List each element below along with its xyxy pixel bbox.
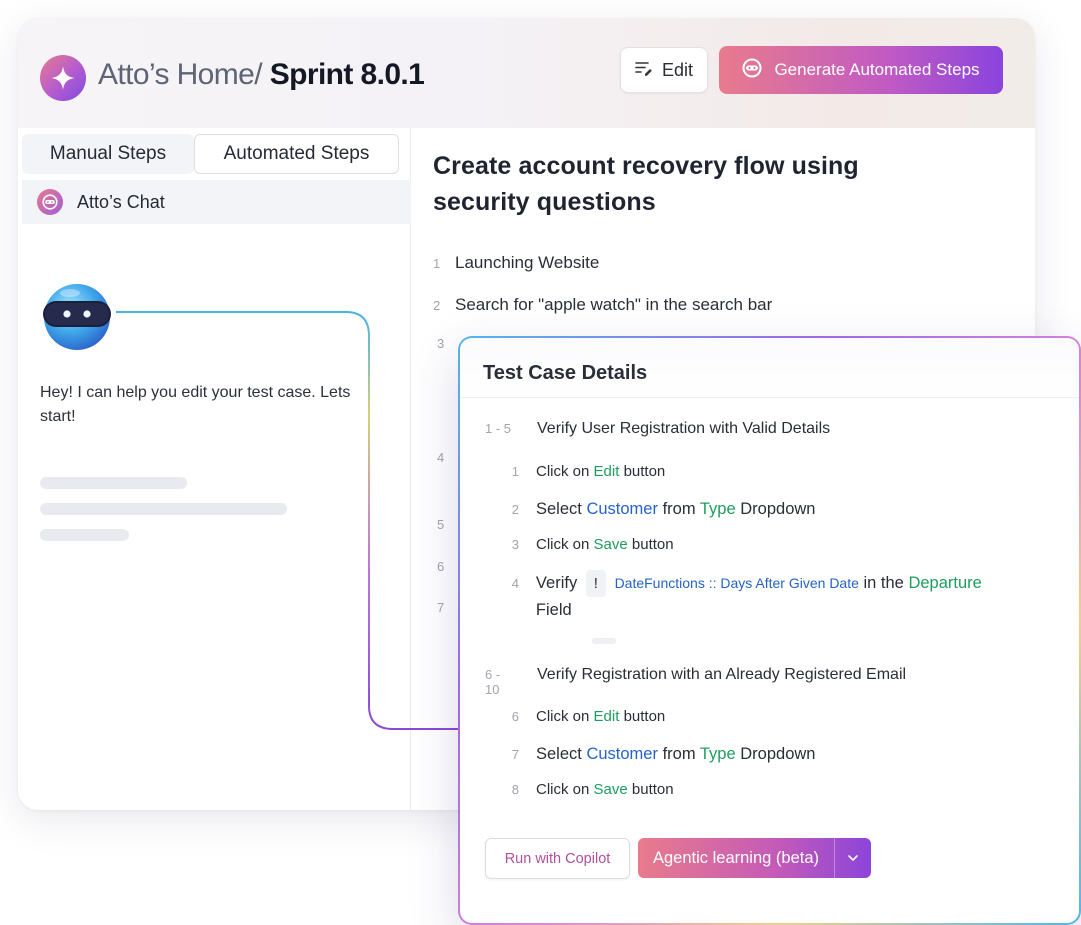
group-title: Verify User Registration with Valid Deta… xyxy=(537,420,831,437)
test-step[interactable]: 7 Select Customer from Type Dropdown xyxy=(511,741,816,768)
chevron-down-icon[interactable] xyxy=(835,854,871,862)
run-with-copilot-button[interactable]: Run with Copilot xyxy=(485,838,630,879)
test-step[interactable]: 4 Verify ! DateFunctions :: Days After G… xyxy=(511,570,1011,624)
test-step-number: 2 xyxy=(511,502,519,517)
step-number: 2 xyxy=(433,298,441,313)
scroll-indicator xyxy=(592,638,616,644)
breadcrumb[interactable]: Atto’s Home/ xyxy=(98,58,263,91)
step-text: in the xyxy=(863,574,904,592)
step-number: 3 xyxy=(437,336,445,351)
step-keyword: Edit xyxy=(593,708,620,725)
step-keyword: Save xyxy=(593,781,628,798)
robot-avatar-icon xyxy=(40,281,114,353)
step-number: 7 xyxy=(437,600,445,615)
chat-message: Hey! I can help you edit your test case.… xyxy=(40,384,351,425)
step-keyword: Customer xyxy=(586,745,658,763)
tab-automated-steps[interactable]: Automated Steps xyxy=(194,134,399,174)
test-step[interactable]: 2 Select Customer from Type Dropdown xyxy=(511,496,816,523)
loading-skeleton-line xyxy=(40,503,287,515)
test-step-number: 1 xyxy=(511,464,519,479)
test-step-number: 3 xyxy=(511,537,519,552)
step-text: button xyxy=(631,781,674,798)
test-step[interactable]: 6 Click on Edit button xyxy=(511,703,666,730)
step-text: Launching Website xyxy=(455,253,600,272)
test-case-details-modal: Test Case Details 1 - 5 Verify User Regi… xyxy=(458,336,1081,925)
step-text: Click on xyxy=(536,708,590,725)
group-range: 6 - 10 xyxy=(485,667,501,697)
group-range: 1 - 5 xyxy=(485,421,512,436)
step-keyword: Save xyxy=(593,536,628,553)
sprint-title: Sprint 8.0.1 xyxy=(269,58,425,91)
step-text: Click on xyxy=(536,463,590,480)
test-group-header[interactable]: 6 - 10 Verify Registration with an Alrea… xyxy=(485,666,906,697)
step-text: button xyxy=(631,536,674,553)
test-case-title: Create account recovery flow using secur… xyxy=(433,152,859,216)
step-keyword: Edit xyxy=(593,463,620,480)
loading-skeleton-line xyxy=(40,529,129,541)
step-text: Field xyxy=(535,601,572,619)
step-text: from xyxy=(662,500,696,518)
edit-lines-icon xyxy=(635,60,653,81)
agentic-learning-button[interactable]: Agentic learning (beta) xyxy=(638,838,871,878)
step-number: 5 xyxy=(437,517,445,532)
chat-title: Atto’s Chat xyxy=(77,191,165,212)
page-title: Atto’s Home/ Sprint 8.0.1 xyxy=(98,58,425,92)
step-text: button xyxy=(623,463,666,480)
generate-automated-steps-button[interactable]: Generate Automated Steps xyxy=(719,46,1003,94)
chat-header[interactable]: Atto’s Chat xyxy=(22,180,411,224)
edit-button[interactable]: Edit xyxy=(620,47,708,93)
step-text: Verify xyxy=(535,574,578,592)
step-number: 6 xyxy=(437,559,445,574)
loading-skeleton-line xyxy=(40,477,187,489)
test-group-header[interactable]: 1 - 5 Verify User Registration with Vali… xyxy=(485,420,830,438)
step-text: Select xyxy=(536,745,582,763)
modal-header: Test Case Details xyxy=(460,338,1079,398)
header: Atto’s Home/ Sprint 8.0.1 Edit Generate … xyxy=(18,18,1035,128)
test-step[interactable]: 1 Click on Edit button xyxy=(511,458,666,485)
generate-button-label: Generate Automated Steps xyxy=(774,60,980,79)
test-step[interactable]: 3 Click on Save button xyxy=(511,531,674,558)
test-step-number: 6 xyxy=(511,709,519,724)
bot-avatar-icon xyxy=(37,189,63,215)
step-text: Select xyxy=(536,500,582,518)
test-step-number: 7 xyxy=(511,747,519,762)
step-keyword: Departure xyxy=(908,574,982,592)
step-keyword: Type xyxy=(699,500,736,518)
test-step-number: 4 xyxy=(511,576,519,591)
step-keyword: Customer xyxy=(586,500,658,518)
step-text: Dropdown xyxy=(740,500,816,518)
step-text: Search for "apple watch" in the search b… xyxy=(455,295,773,314)
step-row[interactable]: 2 Search for "apple watch" in the search… xyxy=(433,295,772,315)
function-reference[interactable]: DateFunctions :: Days After Given Date xyxy=(615,575,859,591)
step-text: button xyxy=(623,708,666,725)
test-step[interactable]: 8 Click on Save button xyxy=(511,776,674,803)
sparkle-icon xyxy=(40,55,86,101)
step-text: Dropdown xyxy=(740,745,816,763)
step-text: Click on xyxy=(536,781,590,798)
agentic-learning-label: Agentic learning (beta) xyxy=(653,848,820,867)
step-number: 4 xyxy=(437,450,445,465)
test-step-number: 8 xyxy=(511,782,519,797)
group-title: Verify Registration with an Already Regi… xyxy=(537,666,907,683)
step-number: 1 xyxy=(433,256,441,271)
modal-title: Test Case Details xyxy=(483,362,648,384)
step-text: from xyxy=(662,745,696,763)
exclamation-icon: ! xyxy=(585,570,606,597)
sidebar: Manual Steps Automated Steps Atto’s Chat xyxy=(18,128,411,810)
step-keyword: Type xyxy=(699,745,736,763)
robot-head-icon xyxy=(742,58,762,83)
tab-manual-steps[interactable]: Manual Steps xyxy=(22,134,194,174)
step-text: Click on xyxy=(536,536,590,553)
step-row[interactable]: 1 Launching Website xyxy=(433,253,599,273)
edit-button-label: Edit xyxy=(661,59,694,80)
